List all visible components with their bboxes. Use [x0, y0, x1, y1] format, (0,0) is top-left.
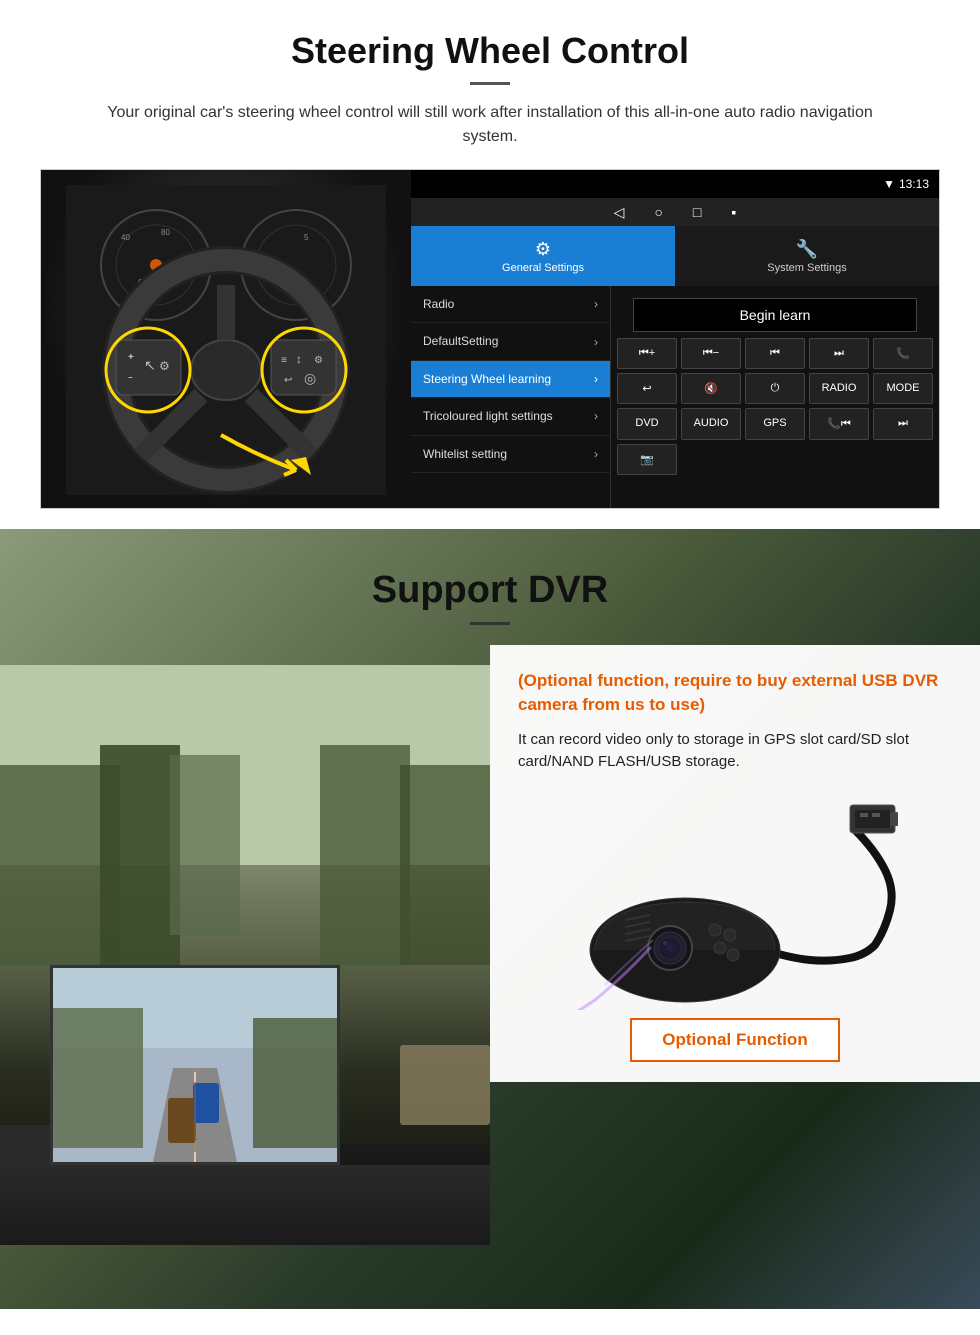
chevron-right-icon-3: › [594, 372, 598, 386]
tab-general[interactable]: ⚙ General Settings [411, 226, 675, 286]
menu-item-radio-label: Radio [423, 297, 454, 311]
ctrl-mute[interactable]: 🔇 [681, 373, 741, 404]
ctrl-prev[interactable]: ⏮ [745, 338, 805, 369]
tab-system[interactable]: 🔧 System Settings [675, 226, 939, 286]
svg-text:−: − [128, 373, 133, 382]
ctrl-camera[interactable]: 📷 [617, 444, 677, 475]
ctrl-mode[interactable]: MODE [873, 373, 933, 404]
ctrl-radio[interactable]: RADIO [809, 373, 869, 404]
ctrl-call-next[interactable]: ⏭ [873, 408, 933, 440]
chevron-right-icon-2: › [594, 335, 598, 349]
status-bar: ▼ 13:13 [411, 170, 939, 198]
svg-text:40: 40 [121, 233, 130, 242]
begin-learn-button[interactable]: Begin learn [633, 298, 917, 332]
svg-text:≡: ≡ [281, 355, 287, 366]
settings-body: Radio › DefaultSetting › Steering Wheel … [411, 286, 939, 508]
chevron-right-icon-5: › [594, 447, 598, 461]
ctrl-call-prev[interactable]: 📞⏮ [809, 408, 869, 440]
ctrl-power[interactable]: ⏻ [745, 373, 805, 404]
menu-list: Radio › DefaultSetting › Steering Wheel … [411, 286, 611, 508]
dashboard-strip [0, 1165, 490, 1245]
svg-text:+: + [128, 352, 134, 363]
tab-general-label: General Settings [502, 262, 584, 274]
tab-system-label: System Settings [767, 262, 846, 274]
ctrl-audio[interactable]: AUDIO [681, 408, 741, 440]
steering-title: Steering Wheel Control [40, 30, 940, 72]
signal-icon: ▼ [883, 177, 895, 191]
dvr-title: Support DVR [0, 569, 980, 612]
android-panel: ▼ 13:13 ◁ ○ □ ▪ ⚙ General Settings 🔧 Sy [411, 170, 939, 508]
dvr-content: Support DVR [0, 529, 980, 625]
content-panel: Begin learn ⏮+ ⏮− ⏮ ⏭ 📞 ↩ 🔇 ⏻ RADIO MODE… [611, 286, 939, 508]
svg-text:80: 80 [161, 228, 170, 237]
svg-text:↖: ↖ [144, 357, 156, 373]
menu-item-tricoloured-label: Tricoloured light settings [423, 409, 553, 423]
nav-bar: ◁ ○ □ ▪ [411, 198, 939, 226]
menu-item-steering-label: Steering Wheel learning [423, 372, 551, 386]
menu-item-whitelist-label: Whitelist setting [423, 447, 507, 461]
menu-item-steering[interactable]: Steering Wheel learning › [411, 361, 610, 398]
steering-description: Your original car's steering wheel contr… [80, 101, 900, 149]
home-nav-icon[interactable]: ○ [654, 204, 662, 220]
dvr-road-view [0, 665, 490, 1245]
steering-section: Steering Wheel Control Your original car… [0, 0, 980, 529]
ctrl-vol-down[interactable]: ⏮− [681, 338, 741, 369]
settings-tabs: ⚙ General Settings 🔧 System Settings [411, 226, 939, 286]
dvr-thumbnail [50, 965, 340, 1165]
svg-text:◎: ◎ [304, 370, 316, 386]
ctrl-next[interactable]: ⏭ [809, 338, 869, 369]
optional-function-button[interactable]: Optional Function [630, 1018, 839, 1062]
dvr-divider [470, 622, 510, 625]
menu-nav-icon[interactable]: ▪ [731, 204, 736, 220]
ctrl-gps[interactable]: GPS [745, 408, 805, 440]
dvr-optional-text: (Optional function, require to buy exter… [518, 669, 952, 717]
back-nav-icon[interactable]: ◁ [614, 204, 625, 221]
svg-text:⚙: ⚙ [314, 355, 323, 366]
menu-item-whitelist[interactable]: Whitelist setting › [411, 436, 610, 473]
dvr-thumbnail-inner [53, 968, 337, 1162]
steering-photo: 60 80 40 3 5 [41, 170, 411, 509]
menu-item-radio[interactable]: Radio › [411, 286, 610, 323]
ctrl-back[interactable]: ↩ [617, 373, 677, 404]
chevron-right-icon: › [594, 297, 598, 311]
recent-nav-icon[interactable]: □ [693, 204, 701, 220]
svg-text:5: 5 [304, 233, 309, 242]
menu-item-tricoloured[interactable]: Tricoloured light settings › [411, 398, 610, 435]
time-display: 13:13 [899, 177, 929, 191]
ctrl-call[interactable]: 📞 [873, 338, 933, 369]
status-icons: ▼ 13:13 [883, 177, 929, 191]
steering-ui-container: 60 80 40 3 5 [40, 169, 940, 509]
menu-item-default[interactable]: DefaultSetting › [411, 323, 610, 360]
title-divider [470, 82, 510, 85]
control-grid: ⏮+ ⏮− ⏮ ⏭ 📞 ↩ 🔇 ⏻ RADIO MODE DVD AUDIO G… [617, 338, 933, 475]
ctrl-vol-up[interactable]: ⏮+ [617, 338, 677, 369]
dvr-info-card: (Optional function, require to buy exter… [490, 645, 980, 1082]
menu-item-default-label: DefaultSetting [423, 334, 498, 348]
dvr-camera-area [518, 790, 952, 1010]
wheel-container: 60 80 40 3 5 [66, 185, 386, 495]
system-settings-icon: 🔧 [796, 239, 818, 260]
chevron-right-icon-4: › [594, 409, 598, 423]
dvr-camera-svg [565, 790, 905, 1010]
dvr-description: It can record video only to storage in G… [518, 729, 952, 774]
svg-text:⚙: ⚙ [159, 359, 170, 373]
svg-text:↕: ↕ [296, 352, 302, 366]
dvr-road-bg [0, 665, 490, 1245]
dvr-section: Support DVR [0, 529, 980, 1309]
ctrl-dvd[interactable]: DVD [617, 408, 677, 440]
svg-text:↩: ↩ [284, 375, 292, 386]
general-settings-icon: ⚙ [535, 239, 551, 260]
dvr-lower: (Optional function, require to buy exter… [0, 645, 980, 1245]
